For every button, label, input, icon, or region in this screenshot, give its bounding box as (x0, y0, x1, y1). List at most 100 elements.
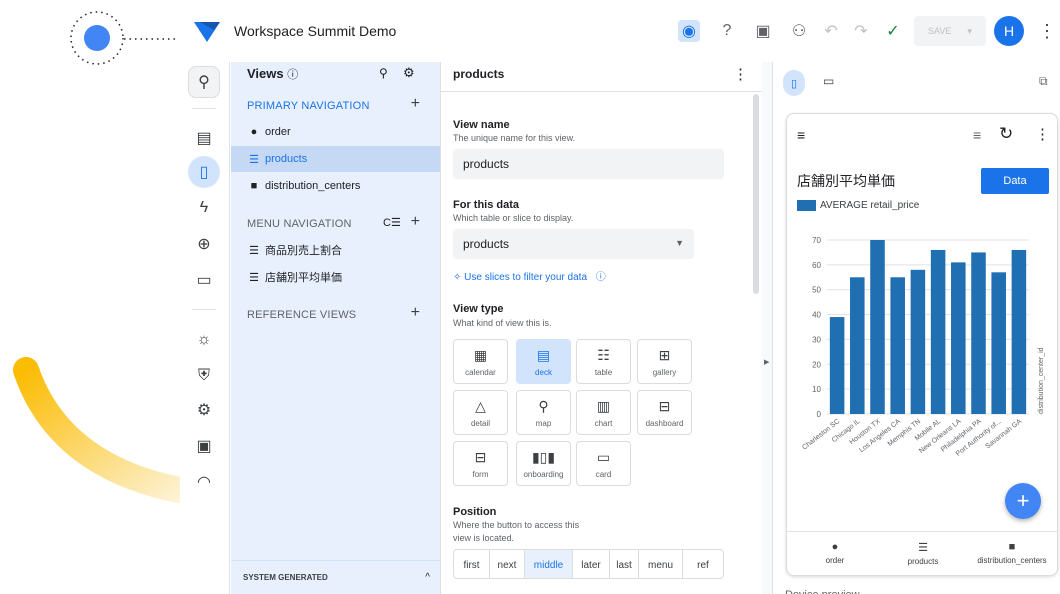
position-help-2: view is located. (453, 533, 515, 543)
rail-data-icon[interactable]: ▤ (188, 122, 220, 154)
view-editor: products ⋮ View name The unique name for… (440, 62, 763, 594)
system-generated-bar[interactable]: SYSTEM GENERATED ^ (231, 560, 440, 594)
views-panel: Views ⓘ ⚲ ⚙ PRIMARY NAVIGATION + ● order… (231, 62, 440, 594)
position-next[interactable]: next (490, 550, 525, 578)
decorative-canvas (0, 0, 180, 594)
view-item-label: 商品別売上割合 (265, 245, 342, 257)
view-type-table[interactable]: ☷ table (576, 339, 631, 384)
view-item-order[interactable]: ● order (231, 119, 440, 145)
position-last[interactable]: last (610, 550, 639, 578)
redo-icon[interactable]: ↷ (850, 20, 872, 42)
y-tick-label: 20 (812, 360, 821, 369)
editor-more-icon[interactable]: ⋮ (733, 65, 748, 83)
preview-toggle-icon[interactable]: ◉ (678, 20, 700, 42)
rail-automation-icon[interactable]: ϟ (188, 192, 220, 224)
rail-monitor-icon[interactable]: ▣ (188, 430, 220, 462)
view-type-help: What kind of view this is. (453, 318, 552, 328)
refresh-icon[interactable]: ↻ (999, 124, 1013, 144)
view-type-form[interactable]: ⊟ form (453, 441, 508, 486)
for-data-select[interactable]: products ▼ (453, 229, 694, 259)
rail-manage-icon[interactable]: ◠ (188, 466, 220, 498)
bottom-nav: ● order ☰ products ■ distribution_center… (787, 531, 1057, 575)
x-tick-label: Savannah GA (984, 418, 1023, 451)
help-icon[interactable]: ? (716, 20, 738, 42)
for-data-label: For this data (453, 199, 520, 211)
copy-icon[interactable]: ▣ (752, 20, 774, 42)
position-ref[interactable]: ref (683, 550, 723, 578)
save-button[interactable]: SAVE ▾ (914, 16, 986, 46)
position-first[interactable]: first (454, 550, 490, 578)
view-item-menu-2[interactable]: ☰ 店舗別平均単価 (231, 264, 440, 290)
bottom-nav-distribution-centers[interactable]: ■ distribution_centers (967, 541, 1057, 565)
view-type-onboarding[interactable]: ▮▯▮ onboarding (516, 441, 571, 486)
position-middle[interactable]: middle (525, 550, 573, 578)
avatar[interactable]: H (994, 16, 1024, 46)
app-logo[interactable] (194, 20, 220, 42)
panel-splitter[interactable]: ▶ (762, 62, 772, 594)
view-item-menu-1[interactable]: ☰ 商品別売上割合 (231, 237, 440, 263)
mobile-preview-icon[interactable]: ▯ (783, 70, 805, 96)
view-type-deck[interactable]: ▤ deck (516, 339, 571, 384)
check-icon[interactable]: ✓ (882, 20, 904, 42)
chart-bar (971, 252, 986, 414)
view-item-products[interactable]: ☰ products (231, 146, 440, 172)
y-tick-label: 10 (812, 385, 821, 394)
view-item-distribution-centers[interactable]: ■ distribution_centers (231, 173, 440, 199)
add-primary-view-button[interactable]: + (411, 95, 420, 113)
bottom-nav-products[interactable]: ☰ products (893, 541, 953, 566)
editor-scrollbar[interactable] (753, 94, 759, 294)
filter-icon[interactable]: ≡ (973, 127, 981, 143)
chart-bar (930, 249, 946, 414)
y-tick-label: 70 (812, 236, 821, 245)
view-type-dashboard[interactable]: ⊟ dashboard (637, 390, 692, 435)
open-external-icon[interactable]: ⧉ (1039, 74, 1048, 89)
data-button[interactable]: Data (981, 168, 1049, 194)
view-type-label: calendar (465, 367, 496, 377)
system-generated-label: SYSTEM GENERATED (243, 573, 328, 582)
more-vert-icon[interactable]: ⋮ (1036, 20, 1058, 42)
view-item-label: 店舗別平均単価 (265, 272, 342, 284)
search-icon[interactable]: ⚲ (379, 66, 388, 80)
rail-views-icon[interactable]: ▯ (188, 156, 220, 188)
add-menu-view-button[interactable]: + (411, 213, 420, 231)
chart-bar (850, 277, 865, 414)
rail-start-icon[interactable]: ⚲ (188, 66, 220, 98)
view-type-label: dashboard (645, 418, 684, 428)
view-type-chart[interactable]: ▥ chart (576, 390, 631, 435)
view-type-map[interactable]: ⚲ map (516, 390, 571, 435)
slices-link[interactable]: ✧ Use slices to filter your data ⓘ (453, 268, 606, 283)
view-type-gallery[interactable]: ⊞ gallery (637, 339, 692, 384)
position-menu[interactable]: menu (639, 550, 683, 578)
undo-icon[interactable]: ↶ (820, 20, 842, 42)
chart-bar (890, 277, 905, 414)
view-name-input[interactable]: products (453, 149, 724, 179)
view-type-card[interactable]: ▭ card (576, 441, 631, 486)
rail-security-icon[interactable]: ⛨ (188, 360, 220, 392)
for-data-help: Which table or slice to display. (453, 213, 574, 223)
share-icon[interactable]: ⚇ (788, 20, 810, 42)
reorder-icon[interactable]: C☰ (383, 216, 401, 229)
phone-more-icon[interactable]: ⋮ (1035, 125, 1050, 143)
view-type-calendar[interactable]: ▦ calendar (453, 339, 508, 384)
fab-add-button[interactable]: + (1005, 483, 1041, 519)
bottom-nav-order[interactable]: ● order (807, 541, 863, 565)
sort-icon[interactable]: ≡ (797, 127, 805, 143)
bottom-nav-label: products (907, 557, 939, 566)
rail-settings-icon[interactable]: ⚙ (188, 394, 220, 426)
add-reference-view-button[interactable]: + (411, 304, 420, 322)
rail-bot-icon[interactable]: ⊕ (188, 228, 220, 260)
rail-chat-icon[interactable]: ▭ (188, 264, 220, 296)
truck-icon: ■ (250, 180, 258, 192)
deck-icon: ▤ (536, 346, 551, 363)
tablet-preview-icon[interactable]: ▭ (823, 74, 834, 88)
detail-icon: △ (475, 397, 486, 414)
view-type-label: card (595, 469, 612, 479)
view-type-detail[interactable]: △ detail (453, 390, 508, 435)
position-later[interactable]: later (573, 550, 610, 578)
view-type-label: detail (470, 418, 491, 428)
expand-arrow-icon: ▶ (764, 359, 770, 366)
list-icon: ☰ (249, 244, 259, 257)
rail-ideas-icon[interactable]: ☼ (188, 324, 220, 356)
gear-icon[interactable]: ⚙ (403, 65, 415, 81)
chart-bar (991, 272, 1006, 414)
